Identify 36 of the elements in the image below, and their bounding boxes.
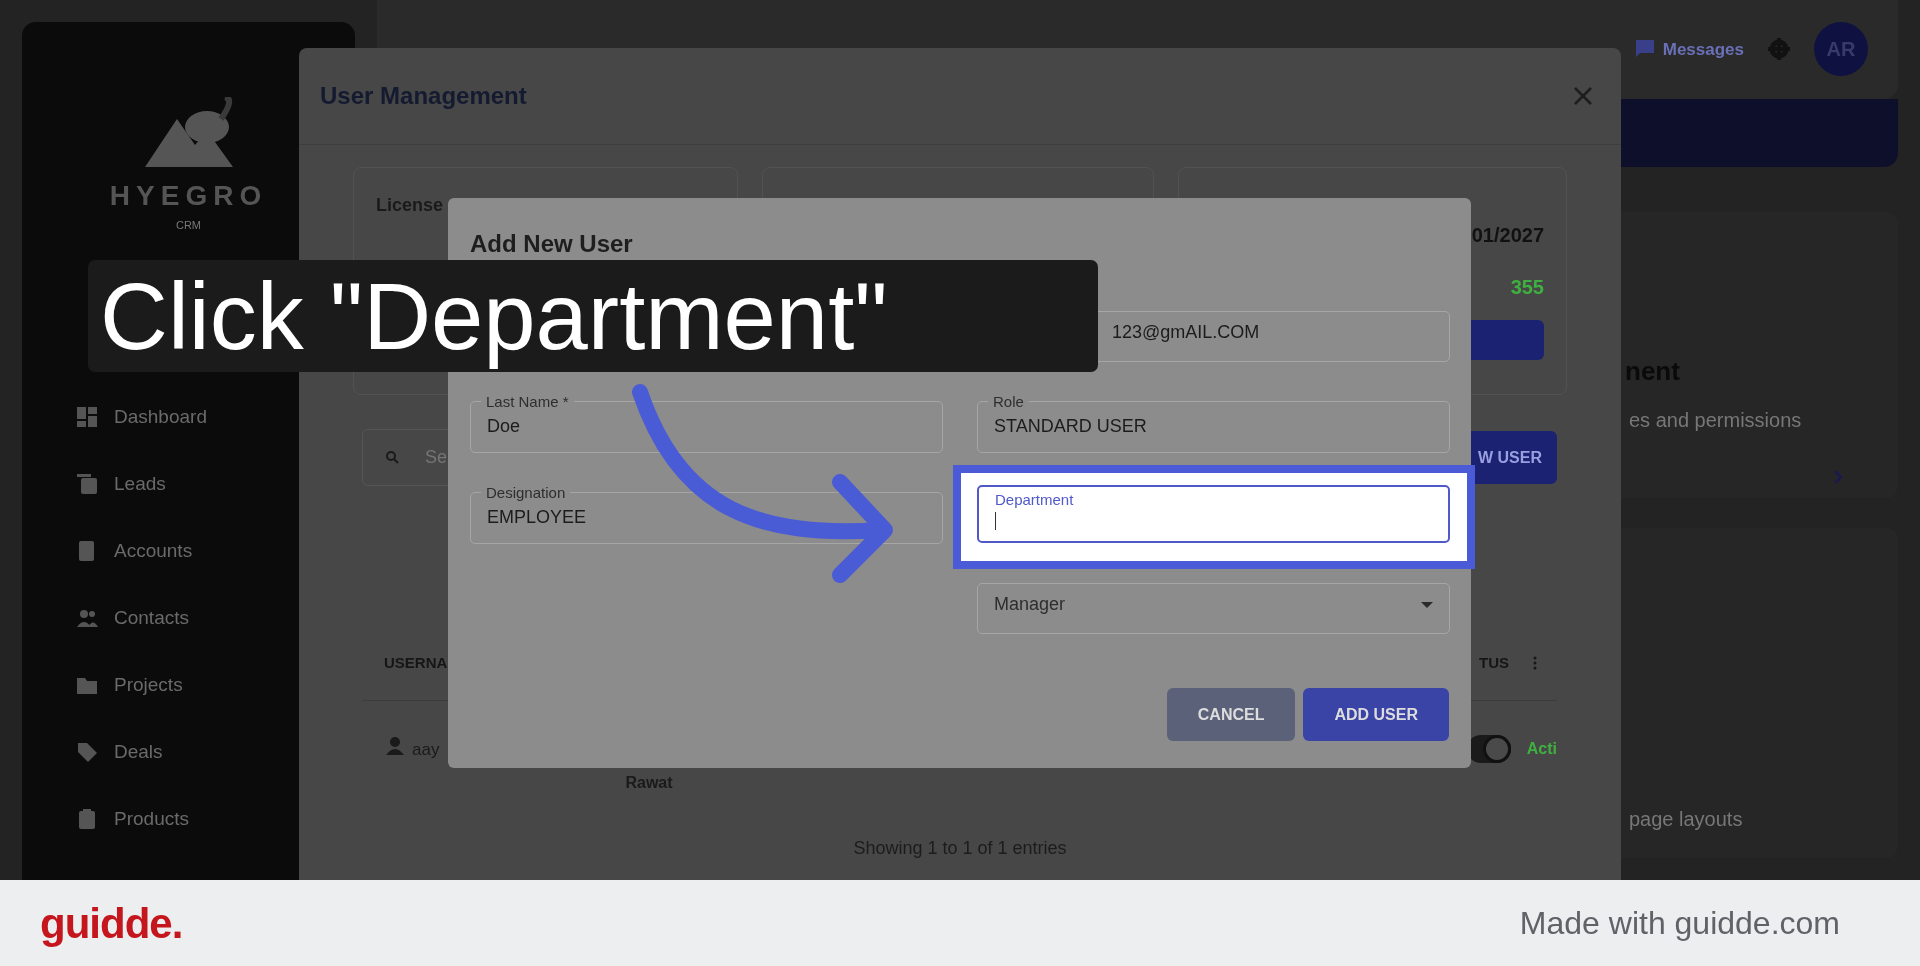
input-field[interactable]: Role STANDARD USER xyxy=(977,394,1450,453)
sidebar-item[interactable]: Dashboard xyxy=(22,383,355,451)
brand-name: HYEGRO xyxy=(109,179,268,213)
dashboard-icon xyxy=(76,406,98,428)
card-subtitle: es and permissions xyxy=(1629,408,1803,434)
user-icon xyxy=(386,737,404,755)
sidebar-item[interactable]: Projects xyxy=(22,651,355,719)
tutorial-caption: Click "Department" xyxy=(88,260,1098,372)
close-icon[interactable] xyxy=(1573,86,1593,106)
credit-text: Made with guidde.com xyxy=(1519,904,1840,943)
sidebar-item[interactable]: Leads xyxy=(22,450,355,518)
card-subtitle: page layouts xyxy=(1629,807,1744,832)
add-user-button[interactable]: ADD USER xyxy=(1303,688,1449,741)
grid-icon xyxy=(76,473,98,495)
dropdown-caret-icon xyxy=(1421,601,1433,608)
input-field[interactable]: Designation EMPLOYEE xyxy=(470,485,943,544)
chat-icon xyxy=(1634,39,1655,60)
sidebar-item[interactable]: Contacts xyxy=(22,584,355,652)
count-value: 355 xyxy=(1510,275,1544,300)
guidde-logo[interactable]: guidde. xyxy=(40,891,183,955)
cancel-button[interactable]: CANCEL xyxy=(1166,688,1296,741)
messages-link[interactable]: Messages xyxy=(1634,36,1744,63)
more-icon[interactable] xyxy=(1533,656,1537,670)
people-icon xyxy=(76,607,98,629)
chevron-icon[interactable] xyxy=(1833,469,1845,486)
clipboard-icon xyxy=(76,808,98,830)
dialog-title: Add New User xyxy=(470,229,634,259)
sidebar-item[interactable]: Accounts xyxy=(22,517,355,585)
tag-icon xyxy=(76,741,98,763)
status-text: Acti xyxy=(1526,739,1557,759)
search-icon xyxy=(386,451,399,464)
sidebar-item[interactable]: Products xyxy=(22,785,355,853)
input-field[interactable]: Last Name * Doe xyxy=(470,394,943,453)
sidebar-item[interactable]: Deals xyxy=(22,718,355,786)
input-field[interactable]: Department xyxy=(977,485,1450,543)
brand-subtitle: CRM xyxy=(175,218,202,233)
